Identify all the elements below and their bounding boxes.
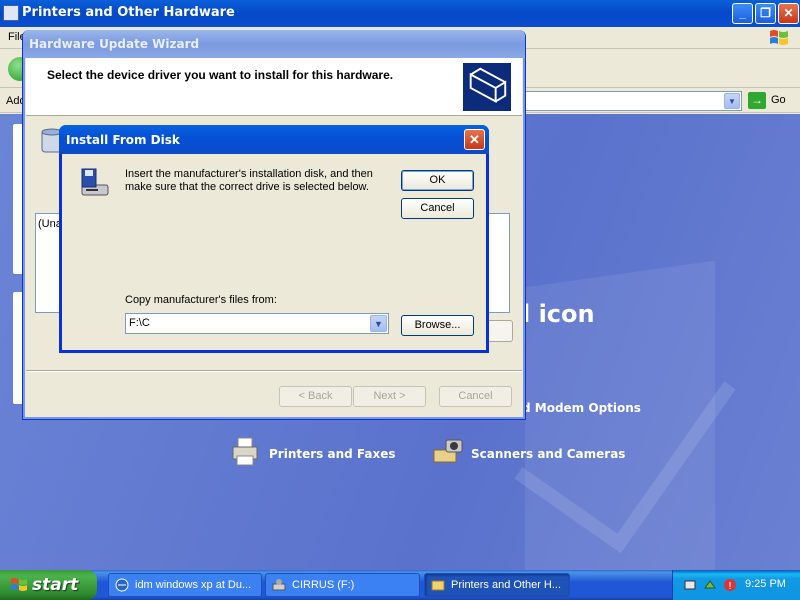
- maximize-button[interactable]: ❐: [755, 3, 776, 24]
- dialog-message: Insert the manufacturer's installation d…: [125, 168, 373, 193]
- pick-icon-heading: l icon: [522, 300, 595, 328]
- scanners-cameras-link[interactable]: Scanners and Cameras: [471, 447, 625, 461]
- network-icon[interactable]: [683, 578, 697, 592]
- minimize-button[interactable]: _: [732, 3, 753, 24]
- windows-logo-icon: [770, 30, 788, 45]
- address-input[interactable]: ▼: [510, 91, 742, 111]
- go-label: Go: [771, 94, 786, 106]
- chevron-down-icon[interactable]: ▼: [724, 93, 740, 109]
- taskbar-button-printers[interactable]: Printers and Other H...: [424, 573, 570, 597]
- explorer-title: Printers and Other Hardware: [22, 5, 235, 20]
- wizard-header: Select the device driver you want to ins…: [26, 58, 522, 116]
- taskbar-button-label: Printers and Other H...: [451, 579, 562, 591]
- safely-remove-hardware-icon[interactable]: [703, 578, 717, 592]
- wizard-title: Hardware Update Wizard: [29, 37, 200, 51]
- clock[interactable]: 9:25 PM: [745, 578, 786, 590]
- install-from-disk-dialog: Install From Disk ✕ Insert the manufactu…: [59, 125, 489, 353]
- explorer-titlebar[interactable]: Printers and Other Hardware _ ❐ ✕: [0, 0, 800, 27]
- go-arrow-icon: →: [748, 92, 766, 109]
- chevron-down-icon[interactable]: ▼: [370, 315, 387, 332]
- folder-icon: [431, 580, 445, 591]
- svg-text:!: !: [728, 581, 732, 592]
- taskbar: start idm windows xp at Du... CIRRUS (F:…: [0, 570, 800, 600]
- drive-icon: [272, 579, 286, 591]
- copy-from-combobox[interactable]: F:\C ▼: [125, 313, 389, 334]
- dialog-title: Install From Disk: [66, 133, 180, 147]
- browse-button[interactable]: Browse...: [401, 315, 474, 336]
- copy-from-label: Copy manufacturer's files from:: [125, 294, 277, 306]
- printer-icon: [232, 437, 258, 466]
- taskbar-button-cirrus[interactable]: CIRRUS (F:): [265, 573, 420, 597]
- start-button[interactable]: start: [0, 570, 97, 600]
- back-button[interactable]: < Back: [279, 386, 352, 407]
- separator: [26, 370, 522, 372]
- control-panel-icon: [3, 5, 19, 21]
- browser-icon: [115, 578, 129, 592]
- copy-from-value[interactable]: F:\C: [129, 317, 150, 329]
- printers-faxes-link[interactable]: Printers and Faxes: [269, 447, 396, 461]
- taskbar-button-label: CIRRUS (F:): [292, 579, 355, 591]
- start-label: start: [32, 575, 79, 595]
- close-button[interactable]: ✕: [778, 3, 799, 24]
- hardware-card-icon: [462, 62, 512, 112]
- dialog-titlebar[interactable]: Install From Disk ✕: [59, 125, 489, 154]
- windows-logo-icon: [11, 578, 27, 591]
- wizard-cancel-button[interactable]: Cancel: [439, 386, 512, 407]
- dialog-cancel-button[interactable]: Cancel: [401, 198, 474, 219]
- install-disk-icon: [81, 168, 109, 196]
- security-alert-icon[interactable]: !: [723, 578, 737, 592]
- next-button[interactable]: Next >: [353, 386, 426, 407]
- dialog-close-button[interactable]: ✕: [464, 129, 485, 150]
- taskbar-button-label: idm windows xp at Du...: [135, 579, 252, 591]
- taskbar-button-browser[interactable]: idm windows xp at Du...: [108, 573, 262, 597]
- wizard-header-text: Select the device driver you want to ins…: [47, 68, 394, 82]
- wizard-titlebar[interactable]: Hardware Update Wizard: [23, 30, 525, 58]
- ok-button[interactable]: OK: [401, 170, 474, 191]
- system-tray: ! 9:25 PM: [672, 570, 800, 600]
- phone-modem-options-link[interactable]: d Modem Options: [522, 401, 641, 415]
- scanner-camera-icon: [433, 439, 463, 463]
- go-button[interactable]: → Go: [748, 92, 800, 110]
